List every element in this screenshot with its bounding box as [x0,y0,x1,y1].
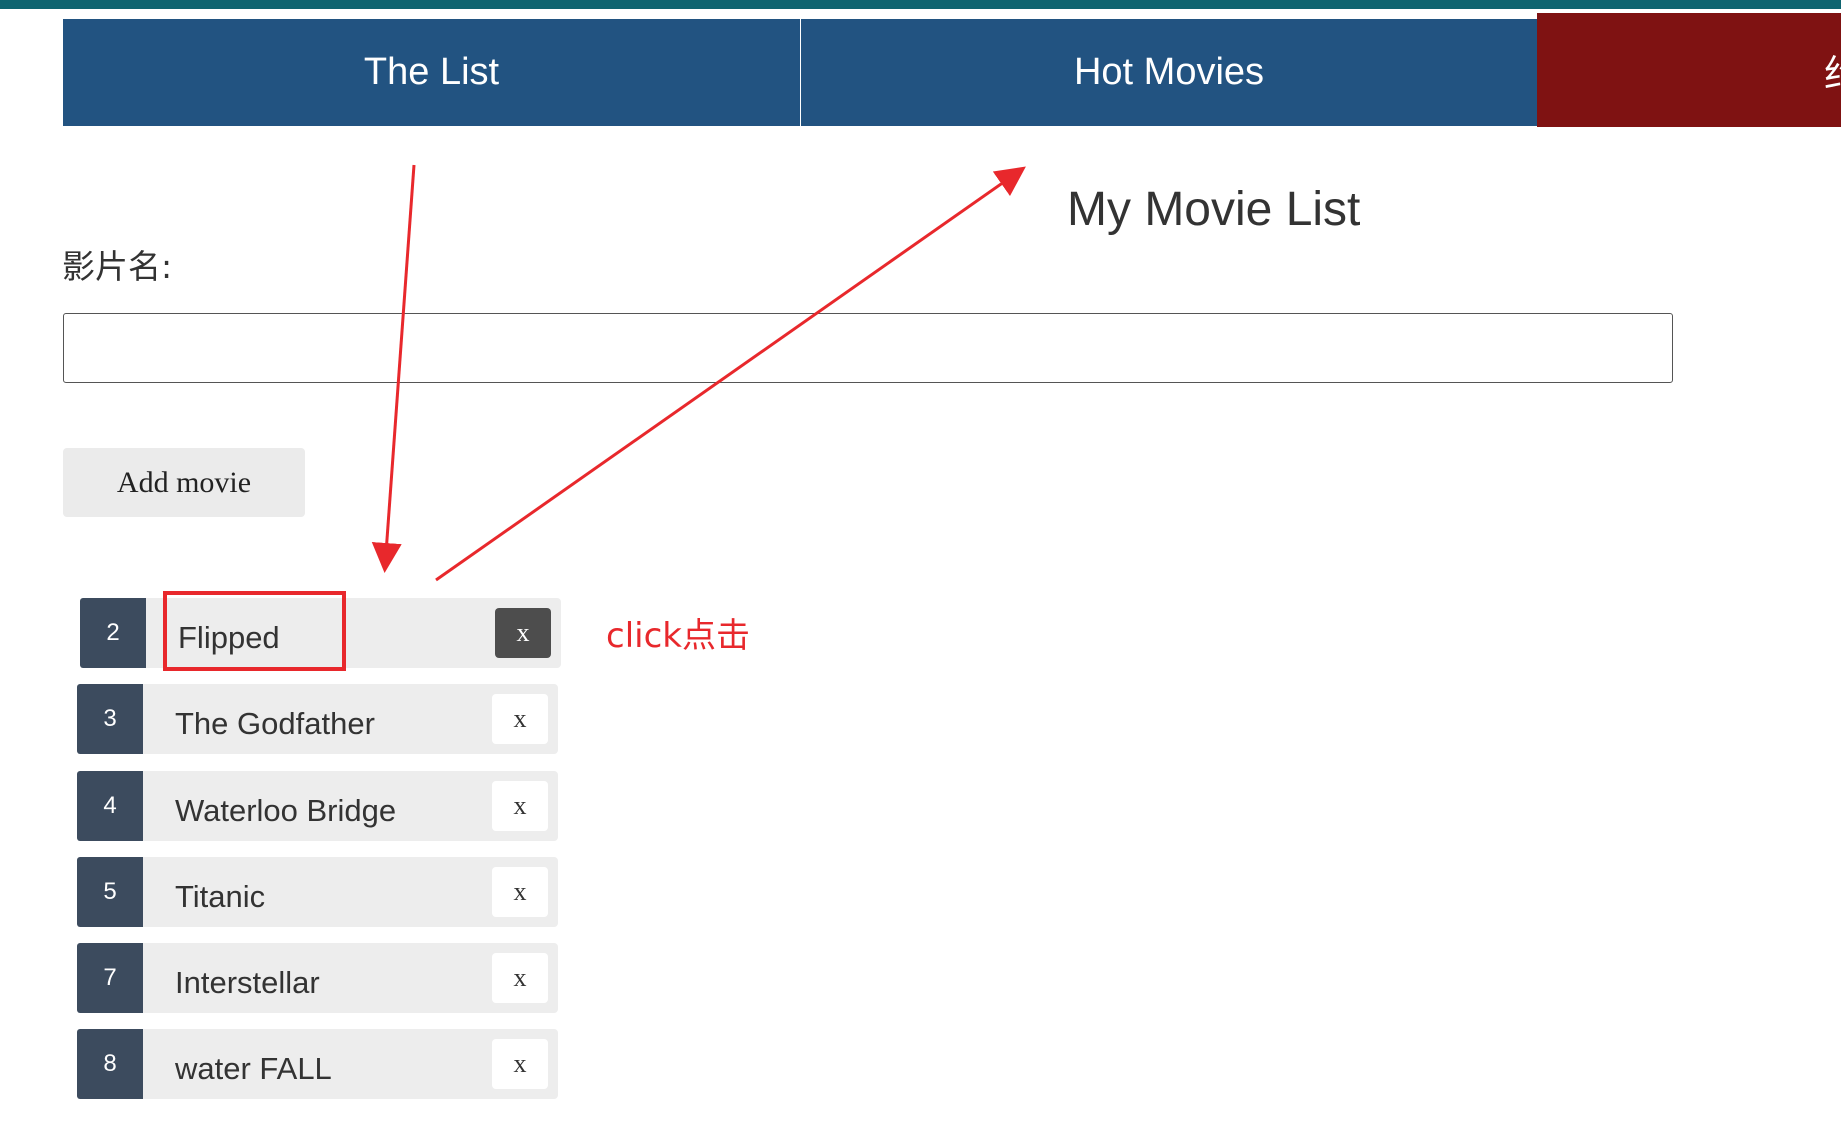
annotation-arrows [371,164,1026,582]
annotation-arrow-up [435,166,1026,582]
annotation-arrow-down [371,164,416,573]
